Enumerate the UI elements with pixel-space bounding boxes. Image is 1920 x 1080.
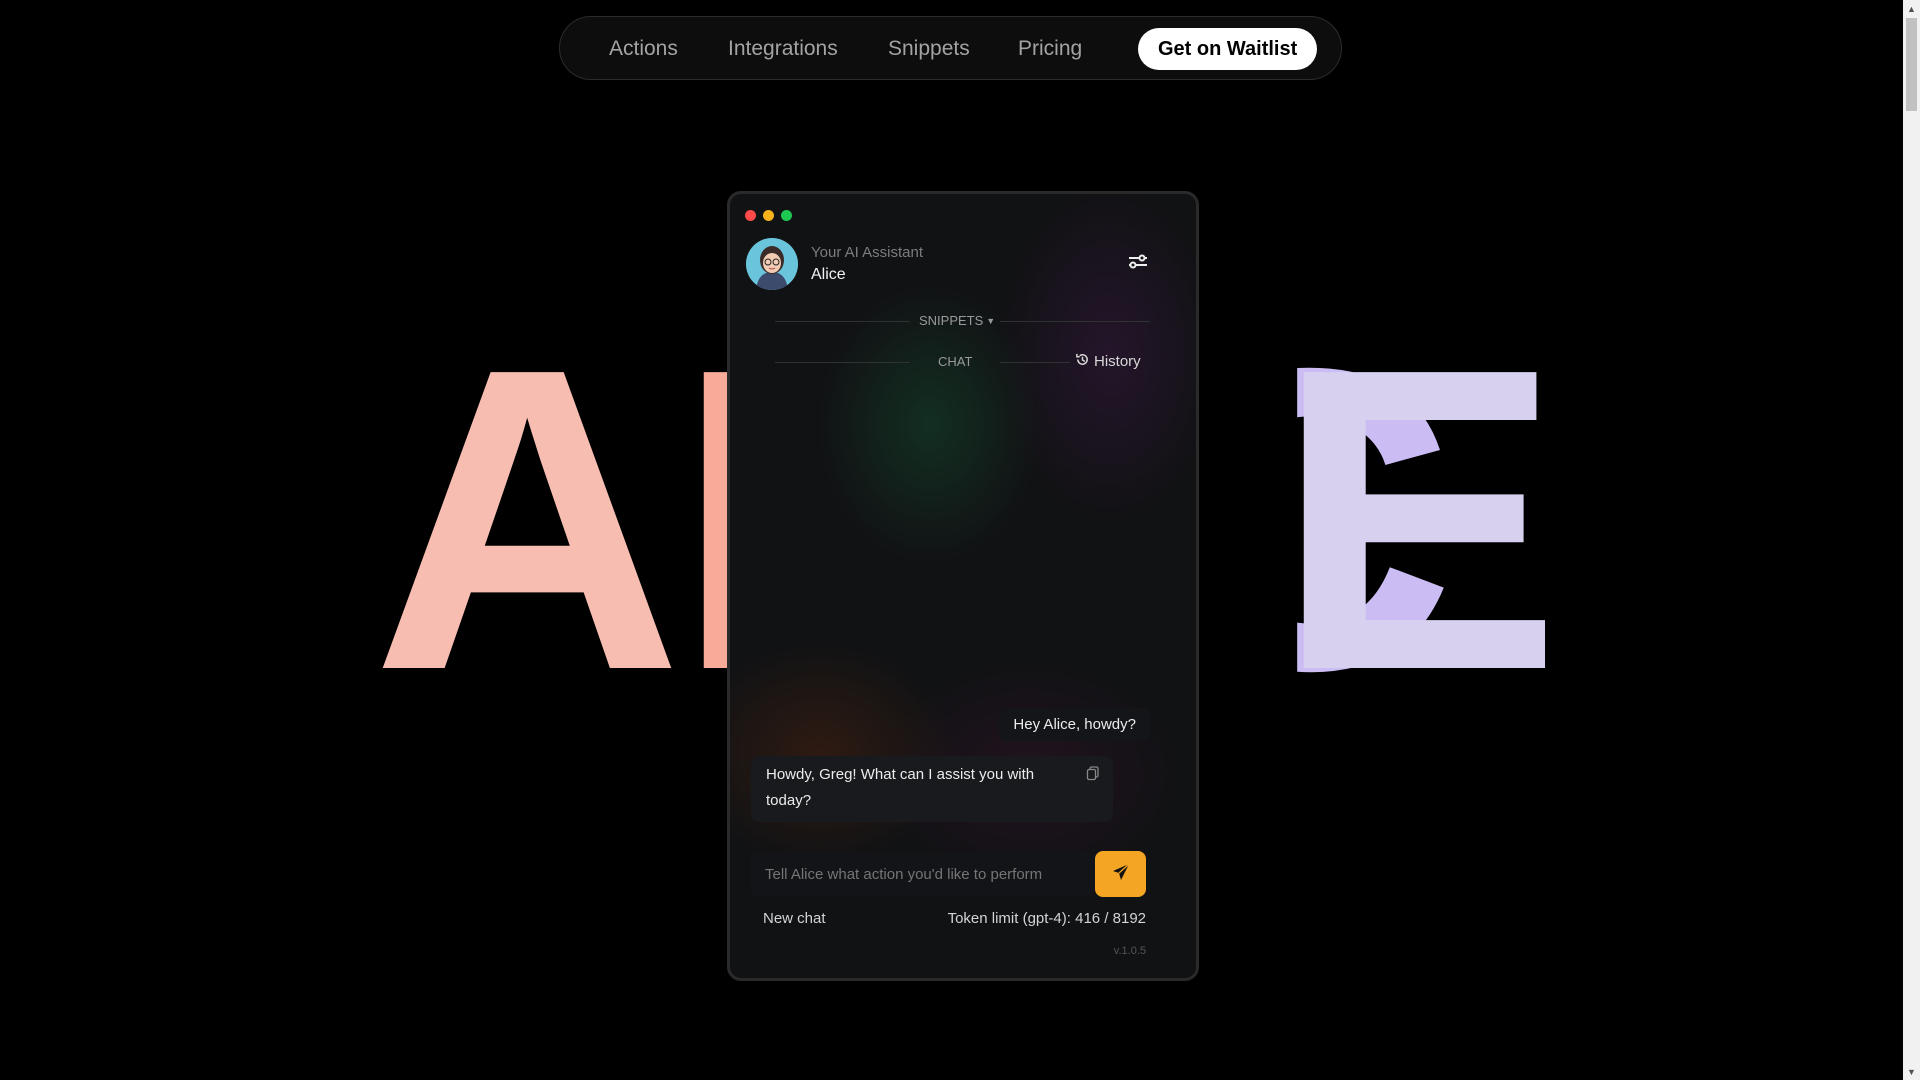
page-scrollbar[interactable]: ▲ ▼ xyxy=(1903,0,1920,1080)
settings-icon[interactable] xyxy=(1127,251,1149,273)
copy-icon[interactable] xyxy=(1085,764,1101,781)
history-button[interactable]: History xyxy=(1075,352,1141,371)
send-icon xyxy=(1111,862,1131,887)
window-minimize-dot[interactable] xyxy=(763,210,774,221)
send-button[interactable] xyxy=(1095,851,1146,897)
waitlist-button[interactable]: Get on Waitlist xyxy=(1138,28,1318,70)
assistant-subtitle: Your AI Assistant xyxy=(811,244,924,261)
chat-divider-left xyxy=(775,362,910,363)
nav-link-pricing[interactable]: Pricing xyxy=(1018,17,1082,81)
window-close-dot[interactable] xyxy=(745,210,756,221)
window-maximize-dot[interactable] xyxy=(781,210,792,221)
snippets-divider-right xyxy=(1000,321,1150,322)
scroll-thumb[interactable] xyxy=(1906,18,1917,111)
hero-letter-e: E xyxy=(1275,280,1562,760)
chat-divider-right xyxy=(1000,362,1070,363)
scroll-down-icon[interactable]: ▼ xyxy=(1903,1063,1920,1080)
snippets-divider-left xyxy=(775,321,910,322)
assistant-message: Howdy, Greg! What can I assist you with … xyxy=(751,756,1113,822)
nav-link-integrations[interactable]: Integrations xyxy=(728,17,838,81)
assistant-window: Your AI Assistant Alice SNIPPETS ▼ CHAT … xyxy=(727,191,1199,981)
hero-letter-a: A xyxy=(372,280,683,760)
new-chat-button[interactable]: New chat xyxy=(763,910,826,927)
assistant-message-text: Howdy, Greg! What can I assist you with … xyxy=(766,766,1035,809)
assistant-name: Alice xyxy=(811,266,846,283)
history-icon xyxy=(1075,352,1090,371)
history-label: History xyxy=(1094,353,1141,370)
message-input[interactable] xyxy=(750,852,1096,896)
token-limit: Token limit (gpt-4): 416 / 8192 xyxy=(947,910,1146,927)
snippets-label: SNIPPETS xyxy=(919,313,984,328)
chat-label: CHAT xyxy=(938,354,973,369)
nav-link-actions[interactable]: Actions xyxy=(609,17,678,81)
avatar xyxy=(746,238,798,290)
nav-link-snippets[interactable]: Snippets xyxy=(888,17,970,81)
snippets-toggle[interactable]: SNIPPETS ▼ xyxy=(919,313,995,328)
top-nav: Actions Integrations Snippets Pricing Ge… xyxy=(559,16,1342,80)
chevron-down-icon: ▼ xyxy=(986,315,996,326)
scroll-up-icon[interactable]: ▲ xyxy=(1903,0,1920,17)
user-message: Hey Alice, howdy? xyxy=(999,708,1150,741)
version-label: v.1.0.5 xyxy=(1113,945,1146,957)
